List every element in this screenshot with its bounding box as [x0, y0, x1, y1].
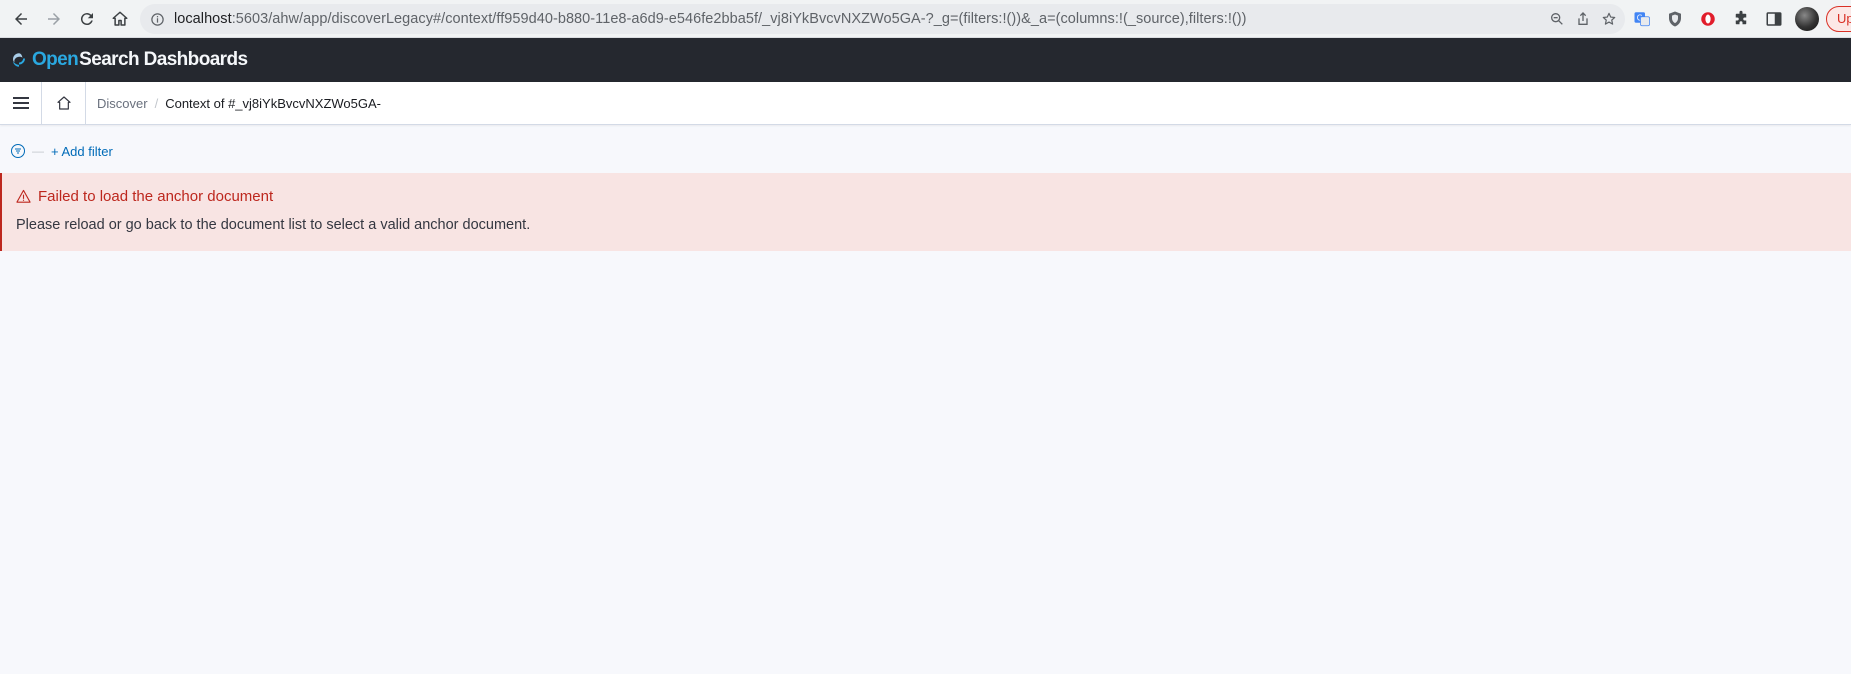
url-path: :5603/ahw/app/discoverLegacy#/context/ff… — [231, 11, 1247, 27]
shield-icon — [1669, 11, 1681, 27]
share-icon[interactable] — [1575, 11, 1591, 27]
url-text[interactable]: localhost:5603/ahw/app/discoverLegacy#/c… — [174, 11, 1247, 27]
add-filter-button[interactable]: + Add filter — [51, 144, 113, 159]
alert-icon — [16, 189, 31, 203]
translate-icon: G — [1634, 12, 1650, 27]
arrow-right-icon — [48, 12, 60, 25]
breadcrumb-bar: Discover / Context of #_vj8iYkBvcvNXZWo5… — [0, 81, 1851, 125]
error-callout: Failed to load the anchor document Pleas… — [0, 173, 1851, 251]
url-host: localhost — [174, 11, 232, 27]
puzzle-icon — [1735, 10, 1747, 25]
callout-body: Please reload or go back to the document… — [16, 217, 531, 233]
breadcrumb-discover[interactable]: Discover — [97, 96, 148, 111]
zoom-icon[interactable] — [1549, 11, 1565, 27]
bookmark-star-icon[interactable] — [1601, 11, 1617, 27]
opera-extension[interactable] — [1696, 7, 1720, 31]
back-button[interactable] — [5, 3, 37, 35]
breadcrumb-current: Context of #_vj8iYkBvcvNXZWo5GA- — [165, 95, 381, 111]
shield-extension[interactable] — [1663, 7, 1687, 31]
home-link[interactable] — [42, 81, 86, 125]
home-icon — [56, 96, 71, 110]
arrow-left-icon — [15, 12, 27, 25]
profile-avatar[interactable] — [1795, 7, 1819, 31]
site-info-icon[interactable] — [140, 12, 174, 27]
filter-options-button[interactable] — [10, 143, 26, 159]
side-panel-button[interactable] — [1762, 7, 1786, 31]
opera-icon — [1701, 12, 1715, 26]
forward-button[interactable] — [38, 3, 70, 35]
browser-toolbar: localhost:5603/ahw/app/discoverLegacy#/c… — [0, 0, 1851, 38]
reload-button[interactable] — [71, 3, 103, 35]
update-button[interactable]: Up — [1826, 6, 1851, 32]
address-bar[interactable]: localhost:5603/ahw/app/discoverLegacy#/c… — [140, 4, 1625, 34]
filter-bar: — + Add filter — [10, 142, 113, 160]
menu-button[interactable] — [0, 81, 42, 125]
home-icon — [112, 11, 128, 26]
side-panel-icon — [1766, 12, 1782, 26]
hamburger-icon — [12, 97, 29, 109]
extensions-area: G — [1630, 0, 1819, 38]
opensearch-logo[interactable]: Open Search Dashboards — [10, 49, 248, 71]
extensions-menu[interactable] — [1729, 7, 1753, 31]
callout-title-text: Failed to load the anchor document — [38, 188, 274, 205]
logo-text-rest: Search Dashboards — [79, 49, 248, 70]
app-header: Open Search Dashboards — [0, 38, 1851, 82]
filter-icon — [11, 144, 25, 158]
filter-separator: — — [32, 144, 44, 158]
opensearch-logo-icon — [13, 53, 25, 67]
callout-title: Failed to load the anchor document — [16, 188, 273, 205]
breadcrumb-separator: / — [154, 95, 159, 111]
address-actions — [1549, 4, 1617, 34]
home-button[interactable] — [104, 3, 136, 35]
logo-text-open: Open — [32, 49, 79, 70]
translate-extension[interactable]: G — [1630, 7, 1654, 31]
breadcrumb: Discover / Context of #_vj8iYkBvcvNXZWo5… — [97, 96, 381, 111]
reload-icon — [80, 12, 93, 25]
